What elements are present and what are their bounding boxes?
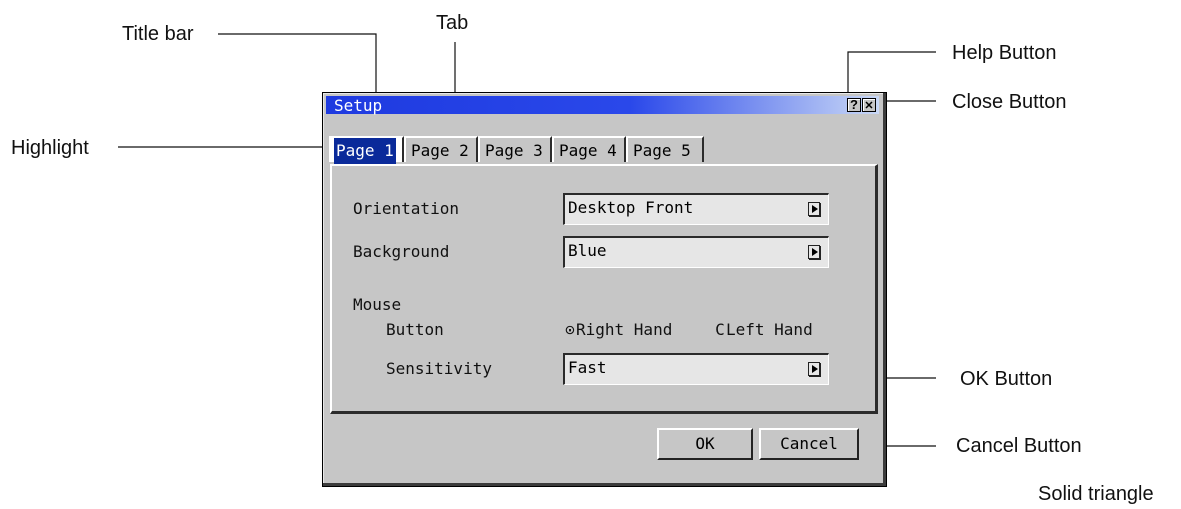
radio-right-hand-label: Right Hand xyxy=(576,320,673,339)
callout-tab: Tab xyxy=(436,12,469,34)
mouse-heading: Mouse xyxy=(353,295,402,314)
tab-page-1[interactable]: Page 1 xyxy=(329,136,404,164)
question-icon: ? xyxy=(850,97,858,112)
mouse-button-label: Button xyxy=(386,320,444,339)
help-button[interactable]: ? xyxy=(847,98,861,112)
tab-label: Page 4 xyxy=(559,141,617,160)
orientation-select[interactable]: Desktop Front xyxy=(563,193,829,225)
callout-close-button: Close Button xyxy=(952,91,1067,113)
orientation-value: Desktop Front xyxy=(568,198,694,217)
callout-title-bar: Title bar xyxy=(122,23,194,45)
solid-triangle-icon[interactable] xyxy=(808,362,820,376)
cancel-button[interactable]: Cancel xyxy=(759,428,859,460)
solid-triangle-icon[interactable] xyxy=(808,245,820,259)
callout-solid-triangle: Solid triangle xyxy=(1038,483,1154,505)
sensitivity-value: Fast xyxy=(568,358,607,377)
callout-highlight: Highlight xyxy=(11,137,89,159)
tab-label: Page 2 xyxy=(411,141,469,160)
radio-right-hand[interactable]: ⊙Right Hand xyxy=(564,321,672,339)
tab-page-3[interactable]: Page 3 xyxy=(478,136,552,162)
radio-left-hand[interactable]: CLeft Hand xyxy=(714,321,813,339)
tab-panel: Orientation Desktop Front Background Blu… xyxy=(330,164,878,414)
radio-left-hand-label: Left Hand xyxy=(726,320,813,339)
callout-help-button: Help Button xyxy=(952,42,1057,64)
radio-unselected-icon: C xyxy=(715,320,725,339)
close-icon: ✕ xyxy=(864,100,874,112)
callout-ok-button: OK Button xyxy=(960,368,1053,390)
tab-label: Page 3 xyxy=(485,141,543,160)
callout-cancel-button: Cancel Button xyxy=(956,435,1082,457)
background-value: Blue xyxy=(568,241,607,260)
ok-button[interactable]: OK xyxy=(657,428,753,460)
tab-page-4[interactable]: Page 4 xyxy=(552,136,626,162)
orientation-label: Orientation xyxy=(353,199,459,218)
background-label: Background xyxy=(353,242,450,261)
tab-label: Page 1 xyxy=(334,138,396,164)
sensitivity-label: Sensitivity xyxy=(386,359,492,378)
title-bar[interactable]: Setup ? ✕ xyxy=(326,96,879,114)
radio-selected-icon: ⊙ xyxy=(565,320,575,339)
tab-page-5[interactable]: Page 5 xyxy=(626,136,704,162)
sensitivity-select[interactable]: Fast xyxy=(563,353,829,385)
setup-dialog: Setup ? ✕ Page 1 Page 2 Page 3 Page 4 Pa… xyxy=(322,92,887,487)
background-select[interactable]: Blue xyxy=(563,236,829,268)
close-button[interactable]: ✕ xyxy=(862,98,876,112)
tab-label: Page 5 xyxy=(633,141,691,160)
tab-page-2[interactable]: Page 2 xyxy=(404,136,478,162)
dialog-title: Setup xyxy=(334,96,383,115)
solid-triangle-icon[interactable] xyxy=(808,202,820,216)
